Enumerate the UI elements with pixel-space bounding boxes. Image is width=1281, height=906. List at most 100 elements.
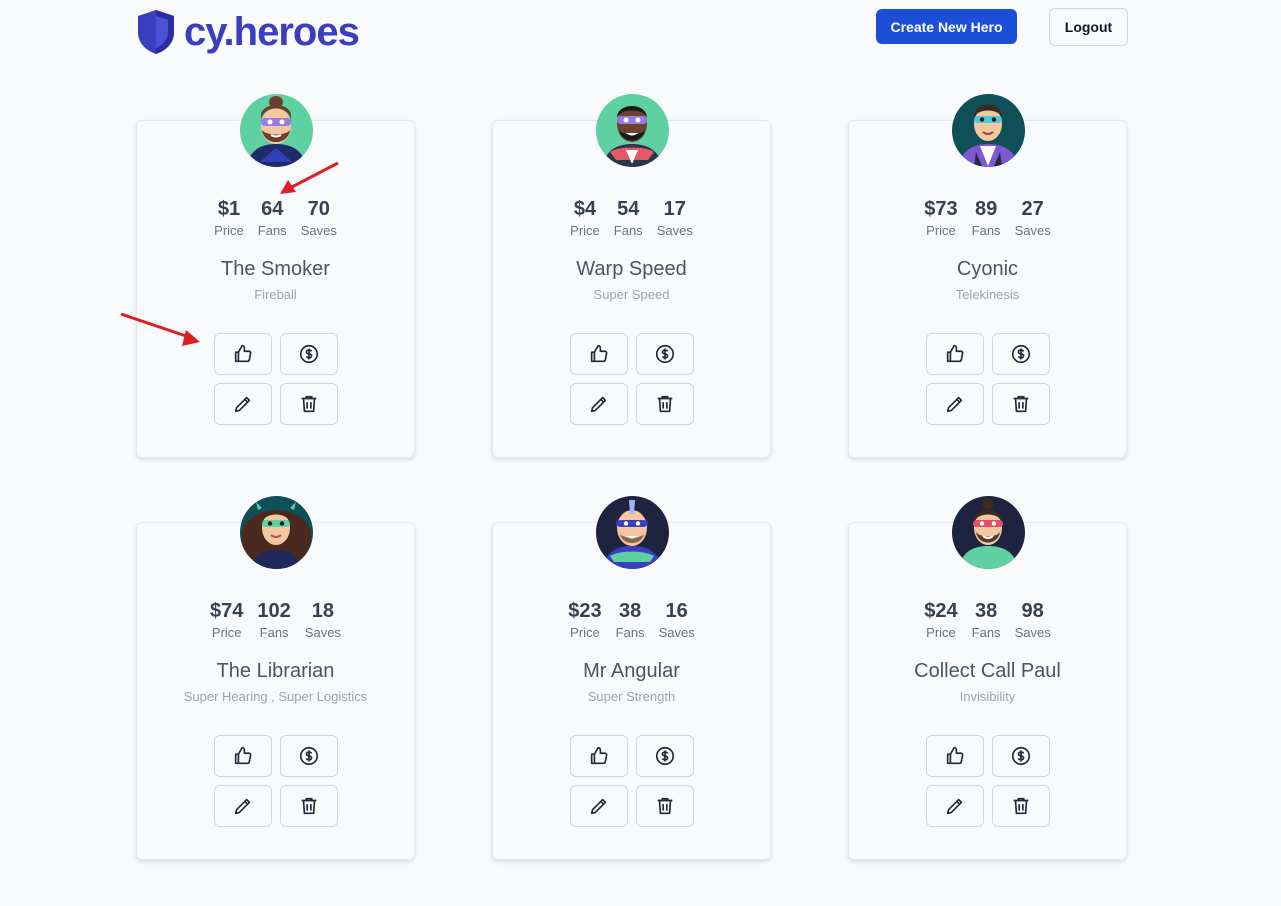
delete-button[interactable] [992,785,1050,827]
logo[interactable]: cy.heroes [136,8,360,56]
like-button[interactable] [570,333,628,375]
edit-button[interactable] [926,785,984,827]
thumbs-up-icon [590,746,608,765]
hero-avatar [240,496,313,569]
edit-button[interactable] [214,383,272,425]
saves-label: Saves [1014,625,1051,640]
hero-stats: $4 Price 54 Fans 17 Saves [493,197,770,240]
pencil-icon [234,396,251,413]
price-stat: $74 Price [210,599,243,642]
saves-label: Saves [1014,223,1051,238]
edit-button[interactable] [926,383,984,425]
buy-button[interactable] [636,735,694,777]
fans-label: Fans [971,223,1001,238]
fans-stat: 102 Fans [257,599,290,642]
fans-label: Fans [615,625,645,640]
saves-stat: 70 Saves [301,197,337,240]
fans-value: 38 [974,600,998,622]
hero-powers: Telekinesis [955,287,1020,302]
hero-name: Cyonic [956,258,1019,280]
saves-stat: 17 Saves [657,197,693,240]
hero-actions [570,333,694,425]
fans-stat: 89 Fans [972,197,1001,240]
hero-stats: $74 Price 102 Fans 18 Saves [137,599,414,642]
saves-label: Saves [300,223,337,238]
buy-button[interactable] [280,333,338,375]
hero-name: Warp Speed [576,258,687,280]
shield-logo-icon [138,10,174,54]
buy-button[interactable] [280,735,338,777]
hero-powers: Super Strength [587,689,676,704]
price-stat: $23 Price [568,599,601,642]
thumbs-up-icon [590,344,608,363]
like-button[interactable] [214,333,272,375]
thumbs-up-icon [234,344,252,363]
saves-value: 18 [311,600,334,622]
buy-button[interactable] [636,333,694,375]
hero-avatar [952,94,1025,167]
dollar-icon [655,344,675,364]
price-label: Price [926,223,956,238]
edit-button[interactable] [570,383,628,425]
price-stat: $73 Price [924,197,957,240]
trash-icon [301,395,317,413]
saves-value: 16 [665,600,688,622]
hero-stats: $73 Price 89 Fans 27 Saves [849,197,1126,240]
delete-button[interactable] [280,383,338,425]
buy-button[interactable] [992,333,1050,375]
hero-card: $4 Price 54 Fans 17 Saves Warp Speed Sup… [492,94,771,458]
like-button[interactable] [926,735,984,777]
price-label: Price [570,625,600,640]
price-label: Price [570,223,600,238]
pencil-icon [590,798,607,815]
saves-value: 98 [1021,600,1044,622]
fans-label: Fans [257,223,287,238]
delete-button[interactable] [280,785,338,827]
trash-icon [1013,797,1029,815]
thumbs-up-icon [234,746,252,765]
saves-label: Saves [304,625,341,640]
hero-name: The Librarian [216,660,335,682]
hero-stats: $24 Price 38 Fans 98 Saves [849,599,1126,642]
price-value: $1 [217,198,241,220]
hero-actions [214,333,338,425]
edit-button[interactable] [214,785,272,827]
fans-label: Fans [259,625,289,640]
delete-button[interactable] [636,383,694,425]
buy-button[interactable] [992,735,1050,777]
trash-icon [301,797,317,815]
price-stat: $1 Price [214,197,244,240]
hero-actions [926,333,1050,425]
delete-button[interactable] [636,785,694,827]
edit-button[interactable] [570,785,628,827]
pencil-icon [234,798,251,815]
like-button[interactable] [926,333,984,375]
price-value: $23 [568,600,602,622]
saves-label: Saves [656,223,693,238]
price-label: Price [926,625,956,640]
fans-stat: 64 Fans [258,197,287,240]
annotation-arrow-fans-icon [280,161,339,194]
saves-stat: 98 Saves [1015,599,1051,642]
price-value: $73 [924,198,958,220]
fans-stat: 38 Fans [616,599,645,642]
trash-icon [1013,395,1029,413]
delete-button[interactable] [992,383,1050,425]
create-new-hero-button[interactable]: Create New Hero [876,9,1017,44]
hero-avatar [596,94,669,167]
price-value: $24 [924,600,958,622]
thumbs-up-icon [946,746,964,765]
like-button[interactable] [214,735,272,777]
like-button[interactable] [570,735,628,777]
fans-label: Fans [613,223,643,238]
dollar-icon [1011,746,1031,766]
price-label: Price [214,223,244,238]
fans-value: 54 [617,198,640,220]
saves-value: 17 [663,198,686,220]
hero-avatar [240,94,313,167]
hero-name: The Smoker [221,258,330,280]
logout-button[interactable]: Logout [1049,8,1128,46]
hero-powers: Invisibility [959,689,1016,704]
saves-value: 27 [1021,198,1044,220]
header: cy.heroes Create New Hero Logout [0,0,1281,60]
